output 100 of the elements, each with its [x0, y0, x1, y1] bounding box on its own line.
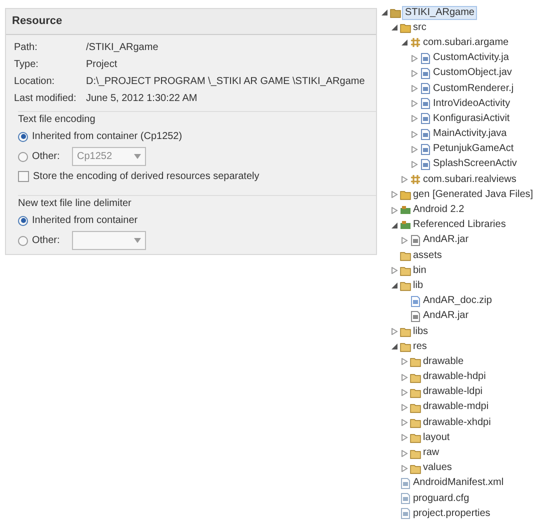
tree-item[interactable]: values — [423, 462, 452, 474]
tree-item[interactable]: project.properties — [413, 508, 490, 520]
tree-item[interactable]: Android 2.2 — [413, 204, 464, 216]
expanded-icon[interactable] — [391, 343, 398, 350]
radio-button[interactable] — [18, 236, 28, 246]
tree-item[interactable]: IntroVideoActivity — [433, 98, 510, 110]
tree-item[interactable]: drawable-hdpi — [423, 371, 486, 384]
folder-icon — [410, 402, 421, 413]
field-label: Path: — [14, 40, 38, 54]
tree-item[interactable]: proguard.cfg — [413, 492, 470, 505]
folder-icon — [400, 189, 411, 200]
collapsed-icon[interactable] — [401, 419, 408, 426]
package-icon — [410, 37, 421, 48]
tree-item[interactable]: drawable — [423, 356, 464, 368]
file-icon — [420, 158, 431, 170]
radio-button[interactable] — [18, 132, 28, 142]
expanded-icon[interactable] — [391, 222, 398, 229]
expanded-icon[interactable] — [391, 24, 398, 32]
library-icon — [400, 220, 411, 231]
tree-item[interactable]: PetunjukGameAct — [433, 143, 514, 156]
collapsed-icon[interactable] — [411, 70, 418, 77]
tree-item[interactable]: raw — [423, 447, 440, 460]
collapsed-icon[interactable] — [401, 236, 408, 244]
expanded-icon[interactable] — [381, 9, 388, 16]
tree-item[interactable]: AndroidManifest.xml — [413, 477, 504, 490]
collapsed-icon[interactable] — [401, 404, 408, 411]
tree-item[interactable]: src — [413, 22, 426, 34]
tree-item[interactable]: bin — [413, 264, 426, 277]
tree-item[interactable]: AndAR.jar — [423, 234, 469, 246]
field-value: /STIKI_ARgame — [86, 40, 158, 54]
dropdown[interactable] — [72, 231, 146, 250]
radio-button[interactable] — [18, 152, 28, 162]
tree-item[interactable]: MainActivity.java — [433, 128, 507, 140]
collapsed-icon[interactable] — [411, 85, 418, 92]
collapsed-icon[interactable] — [401, 388, 408, 396]
tree-item[interactable]: drawable-mdpi — [423, 401, 489, 414]
tree-item[interactable]: res — [413, 340, 427, 353]
tree-item[interactable]: AndAR.jar — [423, 310, 469, 322]
folder-icon — [410, 372, 421, 383]
radio-label[interactable]: Inherited from container (Cp1252) — [32, 129, 182, 144]
folder-icon — [400, 341, 411, 352]
radio-label[interactable]: Other: — [32, 149, 68, 164]
tree-item[interactable]: com.subari.argame — [423, 36, 509, 49]
panel-title: Resource — [6, 9, 376, 34]
collapsed-icon[interactable] — [391, 267, 398, 274]
tree-item[interactable]: drawable-ldpi — [423, 386, 482, 398]
file-icon — [400, 508, 411, 520]
jar-icon — [410, 310, 421, 322]
folder-icon — [410, 356, 421, 368]
tree-item[interactable]: com.subari.realviews — [423, 174, 516, 186]
file-icon — [420, 68, 431, 79]
checkbox-label[interactable]: Store the encoding of derived resources separately — [33, 169, 260, 184]
collapsed-icon[interactable] — [411, 146, 418, 153]
collapsed-icon[interactable] — [401, 464, 408, 472]
collapsed-icon[interactable] — [401, 450, 408, 457]
collapsed-icon[interactable] — [411, 160, 418, 168]
tree-item[interactable]: Referenced Libraries — [413, 219, 506, 232]
tree-item[interactable]: gen [Generated Java Files] — [413, 188, 534, 201]
folder-icon — [400, 250, 411, 262]
collapsed-icon[interactable] — [411, 54, 418, 62]
collapsed-icon[interactable] — [411, 130, 418, 138]
tree-item[interactable]: lib — [413, 280, 424, 292]
tree-item[interactable]: CustomObject.jav — [433, 67, 512, 80]
caret-icon — [134, 154, 141, 159]
field-label: Location: — [14, 74, 56, 88]
tree-item[interactable]: STIKI_ARgame — [403, 6, 476, 19]
tree-item[interactable]: CustomRenderer.j — [433, 82, 514, 95]
expanded-icon[interactable] — [401, 39, 408, 46]
package-icon — [410, 174, 421, 186]
tree-item[interactable]: CustomActivity.ja — [433, 52, 509, 64]
tree-item[interactable]: drawable-xhdpi — [423, 416, 491, 429]
folder-icon — [400, 22, 411, 34]
collapsed-icon[interactable] — [411, 115, 418, 122]
tree-item[interactable]: libs — [413, 326, 428, 338]
tree-item[interactable]: AndAR_doc.zip — [423, 295, 492, 308]
collapsed-icon[interactable] — [401, 374, 408, 381]
field-label: Last modified: — [14, 92, 78, 106]
collapsed-icon[interactable] — [391, 328, 398, 336]
caret-icon — [134, 238, 141, 243]
radio-button[interactable] — [18, 216, 28, 226]
file-icon — [420, 83, 431, 94]
tree-item[interactable]: SplashScreenActiv — [433, 158, 517, 170]
expanded-icon[interactable] — [391, 282, 398, 290]
checkbox[interactable] — [18, 171, 29, 182]
radio-label[interactable]: Inherited from container — [32, 213, 138, 228]
folder-icon — [410, 432, 421, 444]
tree-item[interactable]: assets — [413, 250, 442, 262]
collapsed-icon[interactable] — [411, 100, 418, 108]
collapsed-icon[interactable] — [391, 191, 398, 198]
radio-label[interactable]: Other: — [32, 233, 68, 248]
zip-icon — [410, 296, 421, 307]
collapsed-icon[interactable] — [401, 176, 408, 184]
tree-item[interactable]: KonfigurasiActivit — [433, 112, 510, 125]
file-icon — [420, 52, 431, 64]
tree-item[interactable]: layout — [423, 432, 450, 444]
folder-icon — [410, 386, 421, 398]
collapsed-icon[interactable] — [391, 206, 398, 214]
folder-icon — [410, 448, 421, 459]
collapsed-icon[interactable] — [401, 434, 408, 442]
collapsed-icon[interactable] — [401, 358, 408, 366]
